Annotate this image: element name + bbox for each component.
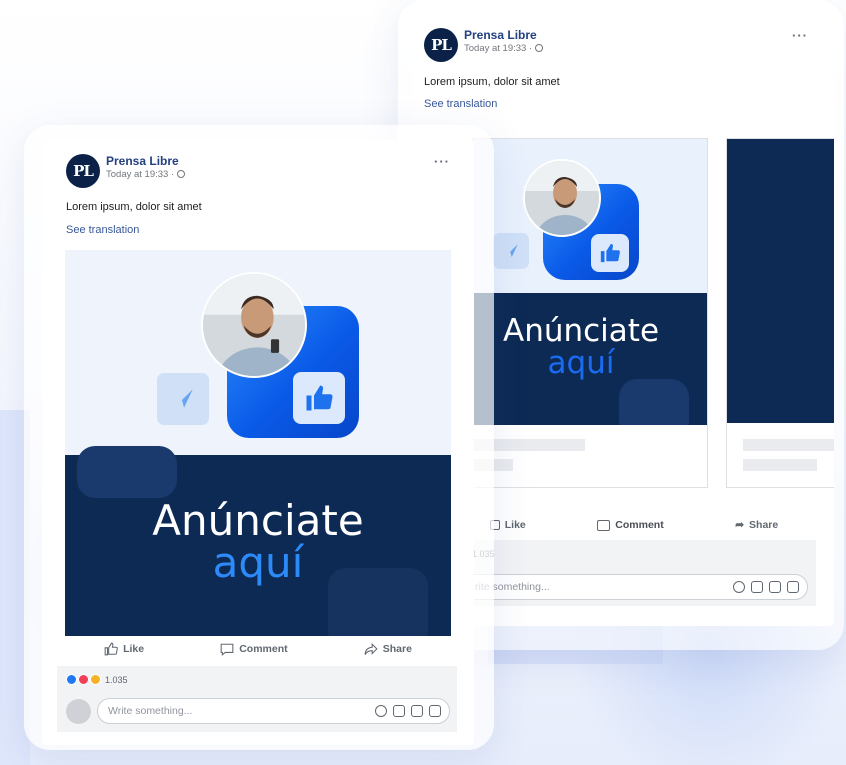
back-comment-composer: rite something... <box>464 574 808 600</box>
see-translation-link[interactable]: See translation <box>424 98 497 110</box>
front-action-bar: Like Comment Share <box>66 638 450 660</box>
reaction-summary[interactable]: 1.035 <box>66 674 128 685</box>
reaction-count: 1.035 <box>105 674 128 685</box>
globe-icon <box>534 44 543 52</box>
share-button[interactable]: Share <box>364 642 412 656</box>
person-photo <box>201 272 307 378</box>
comment-icon <box>597 519 611 531</box>
share-icon <box>364 642 378 655</box>
carousel-card-2[interactable] <box>726 138 834 488</box>
camera-icon[interactable] <box>393 705 405 717</box>
sticker-icon[interactable] <box>787 581 799 593</box>
see-translation-link[interactable]: See translation <box>66 224 139 236</box>
share-icon: ➦ <box>735 519 745 531</box>
like-button[interactable]: Like <box>489 519 526 531</box>
ad-creative-small: Anúnciate aquí <box>473 139 707 425</box>
comment-button[interactable]: Comment <box>220 643 288 656</box>
page-name[interactable]: Prensa Libre <box>464 28 543 42</box>
more-options-icon[interactable]: ··· <box>792 28 808 43</box>
page-name[interactable]: Prensa Libre <box>106 154 185 168</box>
like-button[interactable]: Like <box>104 642 144 656</box>
front-post-header: PL Prensa Libre Today at 19:33 · <box>66 154 185 188</box>
thumbs-up-icon <box>293 372 345 424</box>
back-action-bar: Like Comment ➦ Share <box>454 514 814 536</box>
ad-headline: Anúnciate <box>502 313 660 349</box>
send-icon <box>157 373 209 425</box>
post-timestamp: Today at 19:33 · <box>106 168 185 182</box>
wow-reaction-icon <box>90 674 101 685</box>
more-options-icon[interactable]: ··· <box>434 154 450 169</box>
camera-icon[interactable] <box>751 581 763 593</box>
like-reaction-icon <box>66 674 77 685</box>
thumbs-up-icon <box>591 234 629 272</box>
person-photo <box>523 159 601 237</box>
post-text: Lorem ipsum, dolor sit amet <box>66 201 202 213</box>
front-comment-composer: Write something... <box>66 698 450 724</box>
page-avatar[interactable]: PL <box>424 28 458 62</box>
like-icon <box>104 642 118 656</box>
emoji-icon[interactable] <box>733 581 745 593</box>
carousel-card-1[interactable]: Anúnciate aquí <box>472 138 708 488</box>
comment-input[interactable]: rite something... <box>464 574 808 600</box>
globe-icon <box>176 170 185 178</box>
love-reaction-icon <box>78 674 89 685</box>
comment-input[interactable]: Write something... <box>97 698 450 724</box>
comment-icon <box>220 643 234 656</box>
user-avatar <box>66 698 91 724</box>
back-post-header: PL Prensa Libre Today at 19:33 · <box>424 28 543 62</box>
send-icon <box>493 233 529 269</box>
gif-icon[interactable] <box>411 705 423 717</box>
ad-creative[interactable]: Anúnciate aquí <box>65 250 451 636</box>
post-timestamp: Today at 19:33 · <box>464 42 543 56</box>
page-avatar[interactable]: PL <box>66 154 100 188</box>
front-post-card: PL Prensa Libre Today at 19:33 · ··· Lor… <box>42 140 474 745</box>
sticker-icon[interactable] <box>429 705 441 717</box>
share-button[interactable]: ➦ Share <box>735 519 778 531</box>
comment-button[interactable]: Comment <box>597 519 664 531</box>
gif-icon[interactable] <box>769 581 781 593</box>
ad-headline-accent: aquí <box>212 538 304 587</box>
emoji-icon[interactable] <box>375 705 387 717</box>
post-text: Lorem ipsum, dolor sit amet <box>424 76 560 88</box>
ad-headline-accent: aquí <box>547 345 615 381</box>
